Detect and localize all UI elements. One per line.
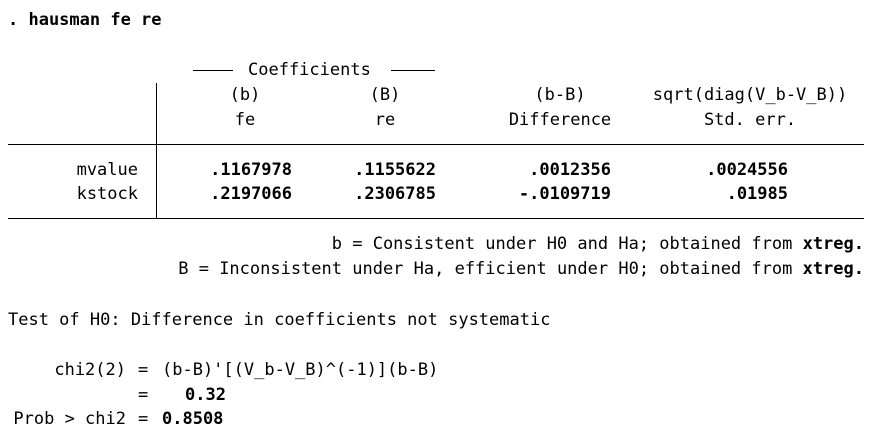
note-b-consistent: b = Consistent under H0 and Ha; obtained… xyxy=(8,234,864,254)
col-header-b: (b) xyxy=(229,85,261,105)
cell-b: .1167978 xyxy=(210,160,292,180)
coefficients-title: Coefficients xyxy=(248,60,371,80)
cell-std-err: .0024556 xyxy=(706,160,788,180)
col-header-b-minus-B: (b-B) xyxy=(534,85,586,105)
chi2-equals: = xyxy=(138,360,149,380)
command-line: . hausman fe re xyxy=(8,10,162,30)
col-subheader-std-err: Std. err. xyxy=(703,110,797,130)
cell-b: .2197066 xyxy=(210,184,292,204)
table-bottom-rule xyxy=(8,218,864,219)
coefficients-rule-left xyxy=(193,70,233,71)
col-header-B: (B) xyxy=(369,85,401,105)
test-title: Test of H0: Difference in coefficients n… xyxy=(8,310,551,330)
prob-label: Prob > chi2 xyxy=(13,409,126,429)
col-subheader-fe: fe xyxy=(234,110,256,130)
col-header-sqrt-diag: sqrt(diag(V_b-V_B)) xyxy=(652,85,848,105)
prob-value: 0.8508 xyxy=(162,409,224,429)
chi2-value-equals: = xyxy=(138,385,149,405)
note-B-inconsistent: B = Inconsistent under Ha, efficient und… xyxy=(8,259,864,279)
note-B-command: xtreg. xyxy=(802,259,864,279)
cell-B: .2306785 xyxy=(354,184,436,204)
col-subheader-re: re xyxy=(374,110,396,130)
prob-equals: = xyxy=(138,409,149,429)
coefficients-rule-right xyxy=(391,70,435,71)
note-b-text: b = Consistent under H0 and Ha; obtained… xyxy=(331,234,803,254)
chi2-value: 0.32 xyxy=(185,385,226,405)
chi2-label: chi2(2) xyxy=(54,360,126,380)
table-header-rule xyxy=(8,144,864,145)
cell-difference: -.0109719 xyxy=(518,184,611,204)
row-name-kstock: kstock xyxy=(76,184,138,204)
note-B-text: B = Inconsistent under Ha, efficient und… xyxy=(178,259,803,279)
chi2-formula: (b-B)'[(V_b-V_B)^(-1)](b-B) xyxy=(162,360,439,380)
note-b-command: xtreg. xyxy=(802,234,864,254)
row-name-mvalue: mvalue xyxy=(76,160,138,180)
cell-difference: .0012356 xyxy=(529,160,611,180)
cell-B: .1155622 xyxy=(354,160,436,180)
cell-std-err: .01985 xyxy=(726,184,788,204)
col-subheader-difference: Difference xyxy=(508,110,612,130)
